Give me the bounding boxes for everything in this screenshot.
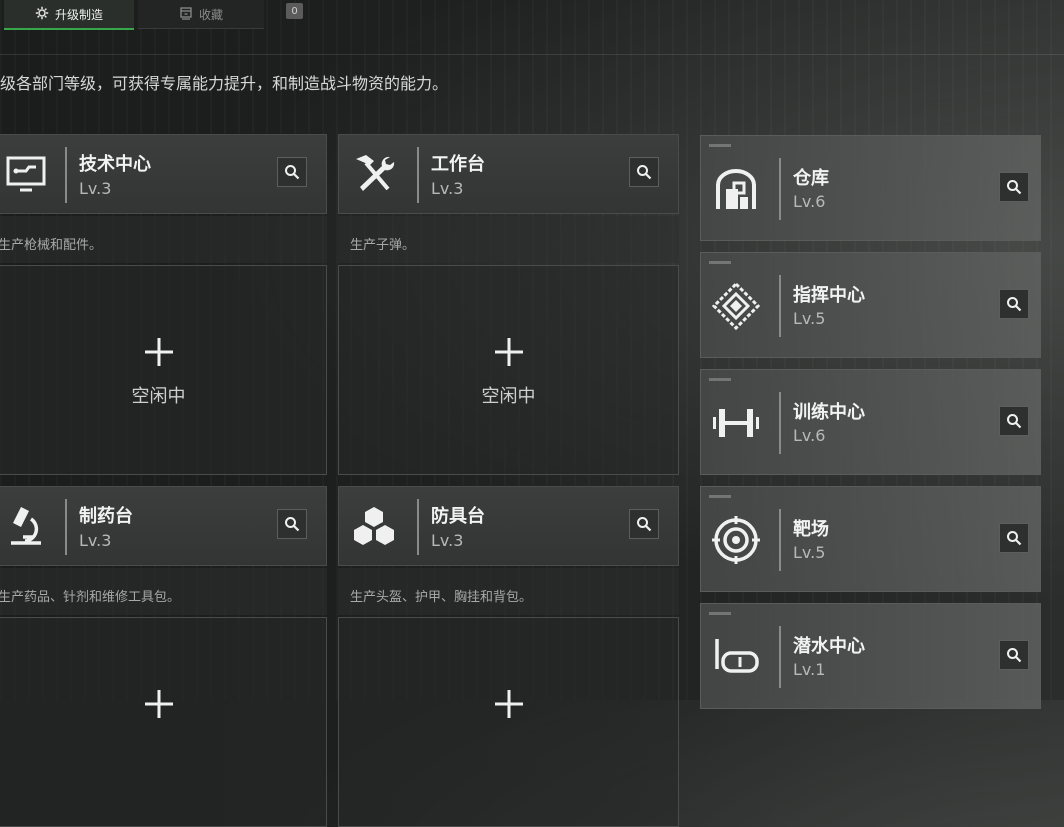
- search-button[interactable]: [999, 172, 1029, 202]
- hammer-wrench-icon: [349, 149, 399, 199]
- command-diamond-icon: [711, 281, 761, 331]
- station-description: 生产药品、针剂和维修工具包。: [0, 590, 181, 605]
- station-level: Lv.3: [79, 179, 112, 198]
- station-header[interactable]: 防具台 Lv.3: [338, 486, 679, 566]
- target-icon: [711, 515, 761, 565]
- station-name: 工作台: [431, 154, 485, 175]
- facility-card-shooting-range[interactable]: 靶场 Lv.5: [700, 486, 1041, 592]
- station-name: 防具台: [431, 506, 485, 527]
- station-header[interactable]: 工作台 Lv.3: [338, 134, 679, 214]
- card-tag: [709, 612, 731, 615]
- search-icon: [637, 165, 652, 180]
- plus-icon: [0, 336, 326, 376]
- station-name: 制药台: [79, 506, 133, 527]
- search-button[interactable]: [999, 406, 1029, 436]
- computer-icon: [1, 149, 51, 199]
- facility-name: 仓库: [793, 168, 829, 189]
- archive-icon: [179, 6, 193, 23]
- facility-level: Lv.6: [793, 426, 826, 445]
- slot-status: 空闲中: [481, 386, 536, 407]
- slot-status: 空闲中: [131, 386, 186, 407]
- facility-card-training-center[interactable]: 训练中心 Lv.6: [700, 369, 1041, 475]
- search-icon: [1007, 297, 1022, 312]
- search-button[interactable]: [999, 640, 1029, 670]
- tab-count-badge: 0: [286, 3, 303, 19]
- station-description: 生产头盔、护甲、胸挂和背包。: [350, 590, 533, 605]
- facility-card-command-center[interactable]: 指挥中心 Lv.5: [700, 252, 1041, 358]
- search-icon: [285, 165, 300, 180]
- tab-label: 收藏: [198, 7, 223, 22]
- facility-name: 训练中心: [793, 402, 865, 423]
- facility-name: 靶场: [793, 519, 829, 540]
- separator: [779, 509, 781, 571]
- search-button[interactable]: [277, 157, 307, 187]
- station-level: Lv.3: [431, 179, 464, 198]
- facility-name: 指挥中心: [793, 285, 865, 306]
- separator: [779, 158, 781, 220]
- craft-slot[interactable]: [0, 617, 327, 827]
- search-icon: [1007, 648, 1022, 663]
- facility-name: 潜水中心: [793, 636, 865, 657]
- search-button[interactable]: [999, 289, 1029, 319]
- craft-slot[interactable]: 空闲中: [0, 265, 327, 475]
- dumbbell-icon: [711, 398, 761, 448]
- separator: [779, 392, 781, 454]
- facility-level: Lv.1: [793, 660, 826, 679]
- search-button[interactable]: [277, 509, 307, 539]
- separator: [417, 147, 419, 203]
- search-button[interactable]: [629, 157, 659, 187]
- search-icon: [1007, 531, 1022, 546]
- facility-card-warehouse[interactable]: 仓库 Lv.6: [700, 135, 1041, 241]
- top-tab-bar: 升级制造 收藏 0: [0, 0, 1064, 30]
- tab-upgrade-craft[interactable]: 升级制造: [4, 0, 134, 30]
- card-tag: [709, 495, 731, 498]
- separator: [65, 499, 67, 555]
- search-button[interactable]: [999, 523, 1029, 553]
- separator: [417, 499, 419, 555]
- search-button[interactable]: [629, 509, 659, 539]
- facility-card-diving-center[interactable]: 潜水中心 Lv.1: [700, 603, 1041, 709]
- craft-slot[interactable]: [338, 617, 679, 827]
- station-level: Lv.3: [431, 531, 464, 550]
- facility-level: Lv.6: [793, 192, 826, 211]
- separator: [65, 147, 67, 203]
- station-header[interactable]: 技术中心 Lv.3: [0, 134, 327, 214]
- diving-mask-icon: [711, 632, 761, 682]
- craft-slot[interactable]: 空闲中: [338, 265, 679, 475]
- tab-collection[interactable]: 收藏: [138, 0, 264, 29]
- facility-level: Lv.5: [793, 309, 826, 328]
- plus-icon: [339, 688, 678, 728]
- station-description: 生产枪械和配件。: [0, 238, 103, 253]
- warehouse-icon: [711, 164, 761, 214]
- facility-level: Lv.5: [793, 543, 826, 562]
- station-level: Lv.3: [79, 531, 112, 550]
- header-divider: [0, 54, 1064, 55]
- search-icon: [1007, 180, 1022, 195]
- page-description: 升级各部门等级，可获得专属能力提升，和制造战斗物资的能力。: [0, 74, 449, 93]
- station-name: 技术中心: [79, 154, 151, 175]
- station-description: 生产子弹。: [350, 238, 416, 253]
- station-header[interactable]: 制药台 Lv.3: [0, 486, 327, 566]
- gear-icon: [35, 6, 49, 23]
- separator: [779, 626, 781, 688]
- card-tag: [709, 378, 731, 381]
- search-icon: [285, 517, 300, 532]
- plus-icon: [339, 336, 678, 376]
- search-icon: [1007, 414, 1022, 429]
- card-tag: [709, 144, 731, 147]
- cubes-icon: [349, 501, 399, 551]
- microscope-icon: [1, 501, 51, 551]
- search-icon: [637, 517, 652, 532]
- tab-label: 升级制造: [54, 7, 103, 22]
- separator: [779, 275, 781, 337]
- plus-icon: [0, 688, 326, 728]
- card-tag: [709, 261, 731, 264]
